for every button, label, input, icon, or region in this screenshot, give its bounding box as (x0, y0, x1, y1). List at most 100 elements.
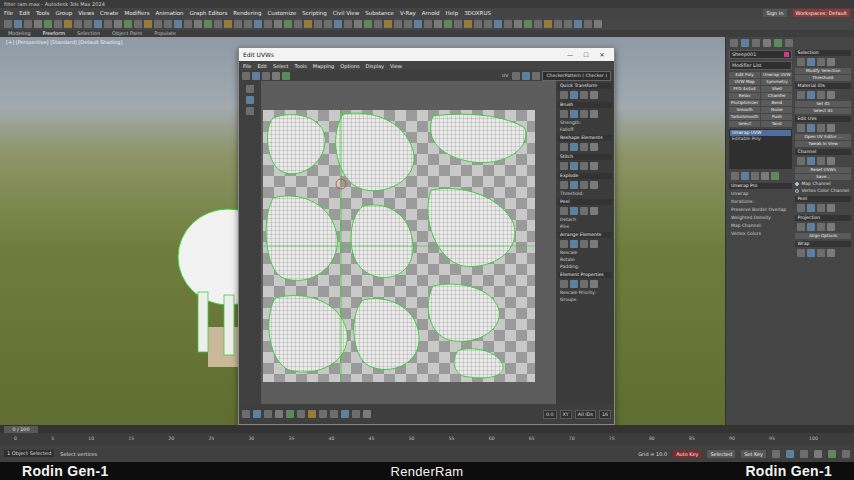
menu-item[interactable]: Graph Editors (190, 10, 228, 16)
tool-icon[interactable] (184, 20, 192, 28)
rollout-title[interactable]: Edit UVs (795, 116, 851, 122)
tool-icon[interactable] (807, 223, 815, 231)
tool-icon[interactable] (807, 204, 815, 212)
object-color-swatch[interactable] (784, 52, 789, 57)
tool-icon[interactable] (254, 20, 262, 28)
modifier-list-dropdown[interactable]: Modifier List (729, 61, 792, 70)
tool-icon[interactable] (314, 20, 322, 28)
panel-tab-icon[interactable] (730, 39, 738, 47)
tool-icon[interactable] (570, 240, 578, 248)
window-button[interactable]: ✕ (594, 51, 610, 58)
tool-icon[interactable] (584, 20, 592, 28)
tool-icon[interactable] (560, 91, 568, 99)
checker-texture[interactable] (263, 110, 535, 382)
menu-item[interactable]: Create (100, 10, 118, 16)
stack-item[interactable]: Editable Poly (730, 136, 791, 142)
panel-tab-icon[interactable] (752, 39, 760, 47)
tool-icon[interactable] (114, 20, 122, 28)
menu-item[interactable]: Edit (19, 10, 30, 16)
tool-icon[interactable] (242, 410, 250, 418)
tool-icon[interactable] (274, 20, 282, 28)
menu-item[interactable]: Civil View (333, 10, 359, 16)
tool-icon[interactable] (319, 410, 327, 418)
playback-icon[interactable] (786, 450, 794, 458)
rollout-title[interactable]: Unwrap Pro (729, 183, 792, 189)
tool-icon[interactable] (560, 240, 568, 248)
tool-icon[interactable] (560, 207, 568, 215)
rollout-label[interactable]: Groups: (558, 297, 612, 303)
tool-icon[interactable] (564, 20, 572, 28)
modifier-button[interactable]: Relax (729, 93, 760, 99)
tool-icon[interactable] (164, 20, 172, 28)
modifier-button[interactable]: ProOptimizer (729, 100, 760, 106)
tool-icon[interactable] (570, 143, 578, 151)
modifier-button[interactable]: Smooth (729, 107, 760, 113)
tool-icon[interactable] (554, 20, 562, 28)
tool-icon[interactable] (262, 72, 270, 80)
panel-button[interactable]: Modify Selection (795, 68, 851, 74)
menu-item[interactable]: Animation (156, 10, 184, 16)
tool-icon[interactable] (522, 72, 530, 80)
rollout-title[interactable]: Channel (795, 149, 851, 155)
tool-icon[interactable] (827, 58, 835, 66)
tool-icon[interactable] (444, 20, 452, 28)
rollout-title[interactable]: Material IDs (795, 83, 851, 89)
tool-icon[interactable] (827, 91, 835, 99)
tool-icon[interactable] (817, 223, 825, 231)
menu-item[interactable]: Customize (267, 10, 296, 16)
playback-icon[interactable] (800, 450, 808, 458)
tool-icon[interactable] (308, 410, 316, 418)
menu-item[interactable]: Display (366, 63, 384, 69)
menu-item[interactable]: V-Ray (400, 10, 416, 16)
tool-icon[interactable] (24, 20, 32, 28)
tool-icon[interactable] (807, 58, 815, 66)
tool-icon[interactable] (817, 204, 825, 212)
rollout-label[interactable]: Rescale Priority: (558, 290, 612, 296)
tool-icon[interactable] (570, 162, 578, 170)
tool-icon[interactable] (352, 410, 360, 418)
tool-icon[interactable] (807, 91, 815, 99)
menu-item[interactable]: Tools (36, 10, 50, 16)
unwrap-pro-row[interactable]: Vertex Colors (729, 231, 792, 237)
tool-icon[interactable] (341, 410, 349, 418)
radio-option[interactable]: Vertex Color Channel (795, 188, 851, 194)
radio-icon[interactable] (795, 182, 799, 186)
tool-icon[interactable] (414, 20, 422, 28)
tool-icon[interactable] (124, 20, 132, 28)
key-filter-dropdown[interactable]: Selected (707, 450, 735, 458)
modifier-button[interactable]: Shell (761, 86, 792, 92)
tool-icon[interactable] (494, 20, 502, 28)
uv-mode-label[interactable]: UV (500, 73, 510, 79)
rollout-label[interactable]: Threshold: (558, 191, 612, 197)
tool-icon[interactable] (534, 20, 542, 28)
playback-icon[interactable] (772, 450, 780, 458)
tool-icon[interactable] (570, 91, 578, 99)
tool-icon[interactable] (560, 280, 568, 288)
panel-tab-icon[interactable] (774, 39, 782, 47)
rollout-title[interactable]: Brush (558, 102, 612, 108)
tool-icon[interactable] (580, 143, 588, 151)
tool-icon[interactable] (580, 110, 588, 118)
tool-icon[interactable] (144, 20, 152, 28)
tool-icon[interactable] (34, 20, 42, 28)
tool-icon[interactable] (284, 20, 292, 28)
tool-icon[interactable] (264, 20, 272, 28)
tool-icon[interactable] (580, 91, 588, 99)
menu-item[interactable]: Substance (365, 10, 394, 16)
uv-islands-icon[interactable] (263, 110, 535, 382)
tool-icon[interactable] (84, 20, 92, 28)
tool-icon[interactable] (590, 162, 598, 170)
tool-icon[interactable] (560, 162, 568, 170)
playback-icon[interactable] (814, 450, 822, 458)
stack-tool-icon[interactable] (751, 172, 759, 180)
playback-icon[interactable] (842, 450, 850, 458)
modifier-button[interactable]: Push (761, 114, 792, 120)
tool-icon[interactable] (797, 204, 805, 212)
rollout-title[interactable]: Explode (558, 173, 612, 179)
tool-icon[interactable] (194, 20, 202, 28)
tool-icon[interactable] (234, 20, 242, 28)
modifier-button[interactable]: Symmetry (761, 79, 792, 85)
tool-icon[interactable] (484, 20, 492, 28)
playback-icon[interactable] (828, 450, 836, 458)
menu-item[interactable]: Options (340, 63, 359, 69)
